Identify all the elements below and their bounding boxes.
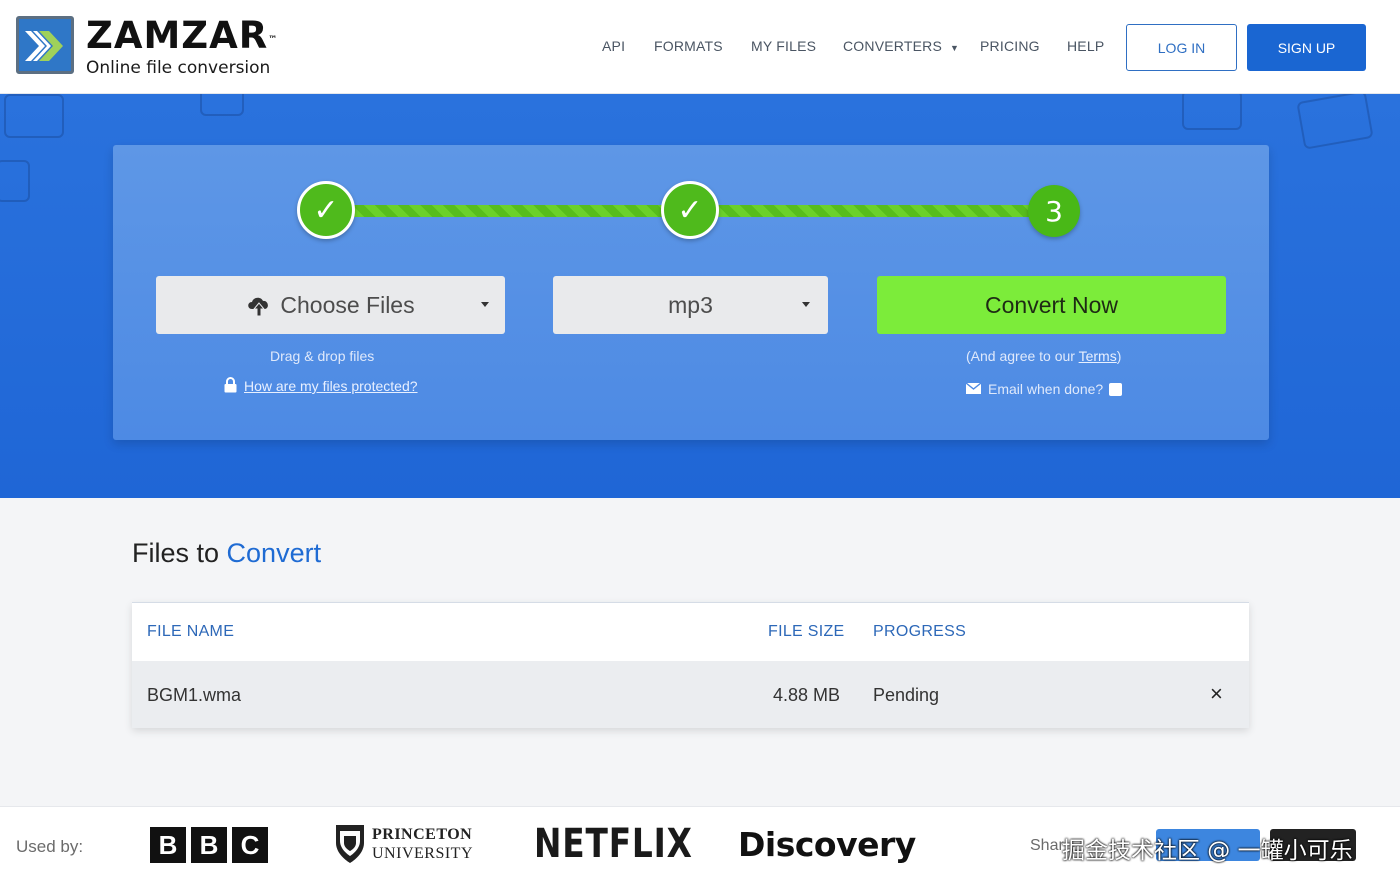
choose-files-button[interactable]: Choose Files [156,276,505,334]
converter-hero: ✓ ✓ 3 Choose Files mp3 Convert Now Drag … [0,94,1400,498]
bbc-logo: B B C [150,827,268,863]
email-checkbox[interactable] [1109,383,1123,396]
used-by-label: Used by: [16,837,84,856]
caret-down-icon [481,302,489,307]
nav-converters-label: CONVERTERS [843,38,942,54]
princeton-shield-icon [336,825,364,863]
drag-drop-hint: Drag & drop files [270,348,375,364]
files-table: FILE NAME FILE SIZE PROGRESS BGM1.wma 4.… [132,602,1249,728]
format-value: mp3 [668,291,713,318]
checkmark-icon: ✓ [677,193,703,227]
login-button[interactable]: LOG IN [1126,24,1237,71]
zamzar-logo[interactable]: ZAMZAR™ Online file conversion [16,16,278,78]
step-2-complete: ✓ [661,181,719,239]
terms-link[interactable]: Terms [1079,348,1117,364]
terms-notice: (And agree to our Terms) [966,348,1122,364]
choose-files-label: Choose Files [280,291,415,318]
column-progress: PROGRESS [873,623,967,640]
close-icon[interactable]: × [1210,682,1223,706]
protected-info: How are my files protected? [223,377,418,394]
nav-converters[interactable]: CONVERTERS ▼ [843,38,959,54]
princeton-logo: PRINCETON UNIVERSITY [334,823,473,865]
email-option: Email when done? [965,381,1123,397]
caret-down-icon: ▼ [949,43,960,53]
discovery-logo: Discovery [738,825,916,864]
file-size-cell: 4.88 MB [773,685,841,705]
decorative-shape [1296,94,1374,150]
brand-tagline: Online file conversion [86,58,271,78]
lock-icon [224,377,237,393]
used-by-footer: Used by: B B C PRINCETON UNIVERSITY NETF… [0,806,1400,882]
progress-cell: Pending [873,685,940,705]
decorative-shape [4,94,64,138]
caret-down-icon [802,302,810,307]
envelope-icon [965,382,982,394]
step-3-current: 3 [1028,185,1080,237]
zamzar-logo-icon [16,16,74,74]
netflix-logo: NETFLIX [534,821,693,867]
convert-now-button[interactable]: Convert Now [877,276,1226,334]
nav-pricing[interactable]: PRICING [980,38,1040,54]
progress-line [353,205,693,217]
watermark-text: 掘金技术社区 @ 一罐小可乐 [1062,838,1353,864]
file-name-cell: BGM1.wma [147,685,242,705]
signup-button[interactable]: SIGN UP [1247,24,1366,71]
step-1-complete: ✓ [297,181,355,239]
nav-api[interactable]: API [602,38,625,54]
nav-my-files[interactable]: MY FILES [751,38,816,54]
progress-line [718,205,1053,217]
decorative-shape [200,94,244,116]
decorative-shape [1182,94,1242,130]
cloud-upload-icon [248,297,269,317]
decorative-shape [0,160,30,202]
column-file-name: FILE NAME [147,623,235,640]
checkmark-icon: ✓ [313,193,339,227]
share-label: Shar [1030,837,1064,854]
converter-panel: ✓ ✓ 3 Choose Files mp3 Convert Now Drag … [113,145,1269,440]
nav-help[interactable]: HELP [1067,38,1104,54]
nav-formats[interactable]: FORMATS [654,38,723,54]
column-file-size: FILE SIZE [768,623,845,640]
files-protected-link[interactable]: How are my files protected? [244,378,418,394]
site-header: ZAMZAR™ Online file conversion API FORMA… [0,0,1400,94]
format-select[interactable]: mp3 [553,276,828,334]
files-section-title: Files to Convert [132,538,322,568]
brand-name: ZAMZAR™ [86,14,279,57]
email-label: Email when done? [988,381,1104,397]
table-header: FILE NAME FILE SIZE PROGRESS [132,602,1249,661]
